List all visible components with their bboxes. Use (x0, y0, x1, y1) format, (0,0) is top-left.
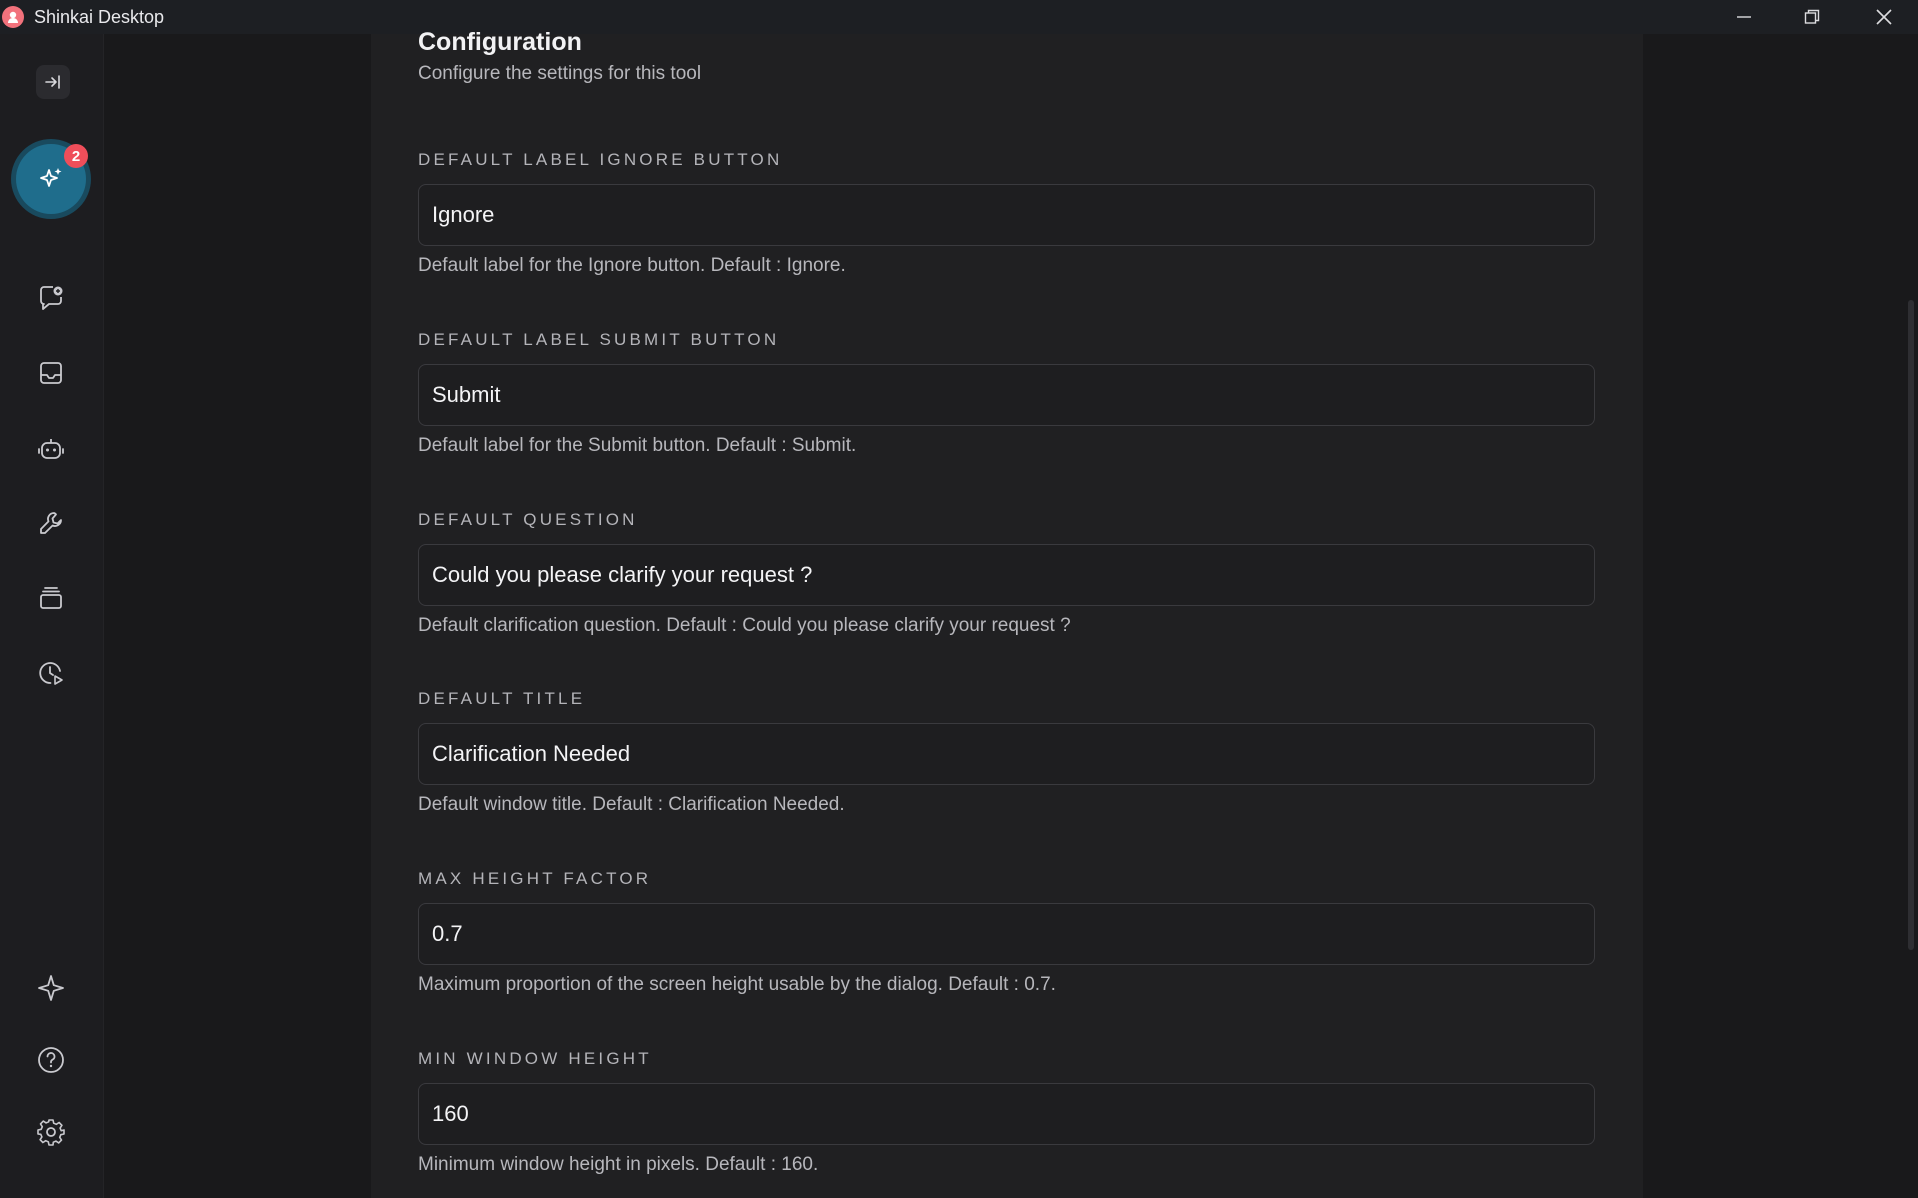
wrench-icon (37, 509, 65, 537)
sidebar-item-tools[interactable] (25, 497, 77, 549)
default-question-input[interactable] (418, 544, 1595, 606)
clock-play-icon (36, 658, 66, 688)
min-window-height-input[interactable] (418, 1083, 1595, 1145)
gear-icon (36, 1117, 66, 1147)
title-bar: Shinkai Desktop (0, 0, 1918, 34)
app-logo-icon (2, 6, 24, 28)
close-icon (1875, 8, 1893, 26)
inbox-icon (37, 359, 65, 387)
field-label-default-question: DEFAULT QUESTION (418, 510, 638, 529)
config-title: Configuration (418, 28, 582, 56)
restore-icon (1804, 9, 1820, 25)
field-help-default-question: Default clarification question. Default … (418, 615, 1071, 636)
field-label-submit-button: DEFAULT LABEL SUBMIT BUTTON (418, 330, 780, 349)
chat-plus-icon (36, 283, 66, 313)
submit-button-label-input[interactable] (418, 364, 1595, 426)
robot-icon (36, 434, 66, 464)
ignore-button-label-input[interactable] (418, 184, 1595, 246)
sidebar-item-help[interactable] (25, 1034, 77, 1086)
sidebar-item-new-chat[interactable] (25, 272, 77, 324)
field-help-default-title: Default window title. Default : Clarific… (418, 794, 845, 815)
field-label-min-window-height: MIN WINDOW HEIGHT (418, 1049, 652, 1068)
sparkle-icon (36, 973, 66, 1003)
close-window-button[interactable] (1850, 0, 1918, 34)
field-label-ignore-button: DEFAULT LABEL IGNORE BUTTON (418, 150, 783, 169)
max-height-factor-input[interactable] (418, 903, 1595, 965)
minimize-icon (1736, 9, 1752, 25)
collapse-sidebar-icon (44, 73, 62, 91)
sidebar-item-files[interactable] (25, 572, 77, 624)
sidebar-item-scheduled[interactable] (25, 647, 77, 699)
field-help-ignore-button: Default label for the Ignore button. Def… (418, 255, 846, 276)
config-subtitle: Configure the settings for this tool (418, 63, 702, 84)
right-gutter (1643, 34, 1918, 1198)
default-title-input[interactable] (418, 723, 1595, 785)
sidebar-item-settings[interactable] (25, 1106, 77, 1158)
field-label-default-title: DEFAULT TITLE (418, 689, 586, 708)
sidebar-item-inbox[interactable] (25, 347, 77, 399)
left-gutter (105, 34, 371, 1198)
window-title: Shinkai Desktop (34, 7, 165, 27)
help-icon (36, 1045, 66, 1075)
sidebar-item-ai[interactable] (25, 962, 77, 1014)
field-help-submit-button: Default label for the Submit button. Def… (418, 435, 857, 456)
notification-badge: 2 (64, 144, 88, 168)
collapse-sidebar-button[interactable] (36, 65, 70, 99)
sparkles-icon (37, 165, 65, 193)
field-help-max-height-factor: Maximum proportion of the screen height … (418, 974, 1056, 995)
sidebar-item-agents[interactable] (25, 423, 77, 475)
field-help-min-window-height: Minimum window height in pixels. Default… (418, 1154, 819, 1175)
field-label-max-height-factor: MAX HEIGHT FACTOR (418, 869, 652, 888)
minimize-button[interactable] (1710, 0, 1778, 34)
stack-icon (37, 584, 65, 612)
restore-button[interactable] (1778, 0, 1846, 34)
scrollbar[interactable] (1908, 300, 1914, 950)
